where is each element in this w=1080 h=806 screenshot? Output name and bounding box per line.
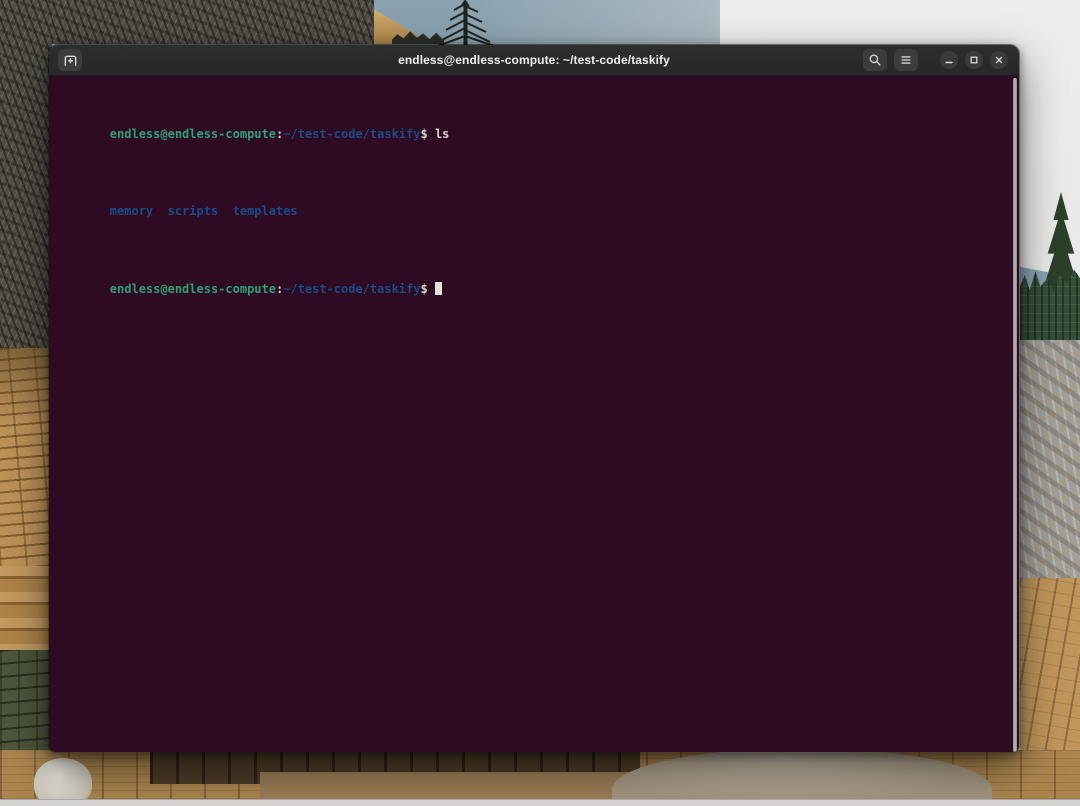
- command-text: ls: [435, 127, 449, 141]
- wallpaper-green-shingles: [0, 650, 52, 758]
- prompt-symbol: $: [420, 282, 434, 296]
- terminal-cursor: [435, 282, 442, 295]
- terminal-line-command: endless@endless-compute:~/test-code/task…: [52, 111, 1009, 158]
- menu-icon: [899, 53, 913, 67]
- wallpaper-rock-scree: [1020, 340, 1080, 582]
- new-tab-icon: [63, 53, 78, 68]
- terminal-line-output: memory scripts templates: [52, 189, 1009, 236]
- wallpaper-shingles: [0, 348, 52, 566]
- close-button[interactable]: [990, 51, 1008, 69]
- terminal-window: endless@endless-compute: ~/test-code/tas…: [48, 44, 1020, 753]
- scrollbar[interactable]: [1013, 78, 1017, 752]
- search-button[interactable]: [863, 49, 887, 71]
- close-icon: [993, 54, 1005, 66]
- prompt-user-host: endless@endless-compute: [110, 127, 276, 141]
- prompt-path: ~/test-code/taskify: [283, 127, 420, 141]
- minimize-button[interactable]: [940, 51, 958, 69]
- prompt-symbol: $: [420, 127, 434, 141]
- desktop: endless@endless-compute: ~/test-code/tas…: [0, 0, 1080, 806]
- wallpaper-twigs-left: [0, 0, 52, 348]
- terminal-content[interactable]: endless@endless-compute:~/test-code/task…: [49, 76, 1019, 753]
- prompt-path: ~/test-code/taskify: [283, 282, 420, 296]
- wallpaper-logs: [0, 566, 52, 650]
- evergreen-tree-icon: [428, 0, 504, 46]
- new-tab-button[interactable]: [58, 49, 82, 71]
- ls-output: memory scripts templates: [110, 204, 298, 218]
- maximize-icon: [968, 54, 980, 66]
- titlebar[interactable]: endless@endless-compute: ~/test-code/tas…: [49, 45, 1019, 76]
- terminal-line-prompt: endless@endless-compute:~/test-code/task…: [52, 266, 1009, 313]
- bottom-panel[interactable]: [0, 799, 1080, 806]
- wallpaper-twigs-top: [0, 0, 374, 44]
- search-icon: [868, 53, 882, 67]
- menu-button[interactable]: [894, 49, 918, 71]
- maximize-button[interactable]: [965, 51, 983, 69]
- wallpaper-tree-silhouette: [428, 0, 504, 46]
- prompt-user-host: endless@endless-compute: [110, 282, 276, 296]
- minimize-icon: [943, 54, 955, 66]
